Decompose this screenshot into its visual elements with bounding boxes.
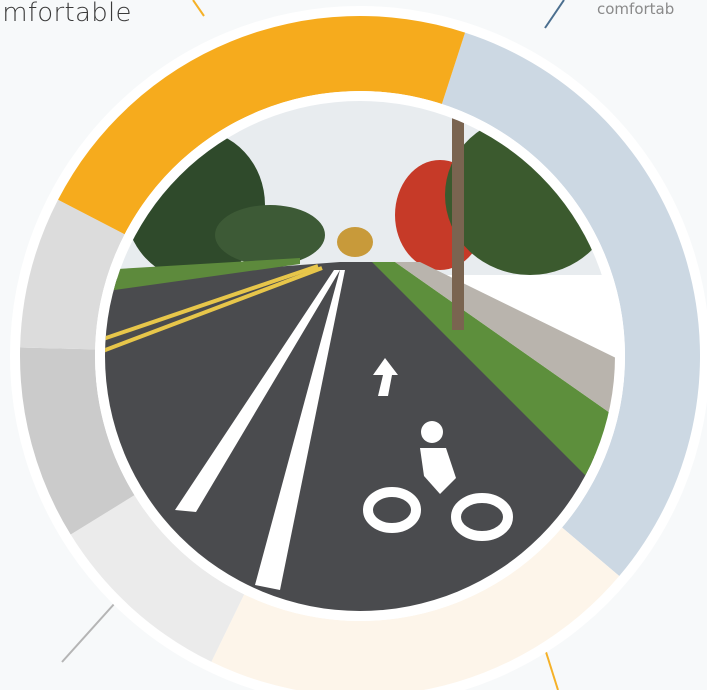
photo-utility-pole — [452, 110, 464, 330]
donut-chart: omfortable comfortab — [0, 0, 707, 690]
label-top-left: omfortable — [0, 0, 132, 28]
leader-line-bottom-right — [545, 651, 559, 690]
photo-trees-left-2 — [215, 205, 325, 265]
photo-tree-yellow — [337, 227, 373, 257]
label-top-right: comfortab — [597, 0, 675, 18]
leader-line-bottom-left — [61, 602, 116, 663]
